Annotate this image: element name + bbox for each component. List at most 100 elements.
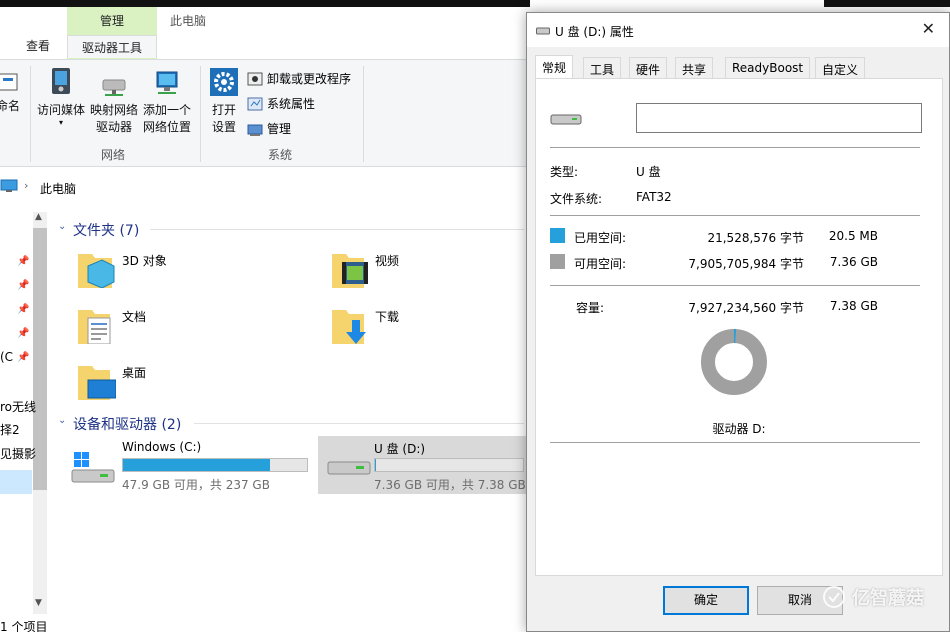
open-settings-button[interactable]: 打开 设置 [204, 66, 244, 136]
map-drive-label-1: 映射网络 [89, 103, 138, 117]
3d-objects-folder-icon [78, 254, 115, 288]
folder-name: 视频 [375, 254, 400, 268]
folder-item[interactable]: 视频 [330, 248, 510, 294]
folder-item[interactable]: 下载 [330, 304, 510, 350]
drive-usage-fill [123, 459, 271, 471]
folder-name: 下载 [375, 310, 400, 324]
pin-icon: 📌 [17, 280, 30, 291]
used-space-bytes: 21,528,576 字节 [707, 231, 804, 245]
gear-icon [210, 68, 238, 96]
tab-general[interactable]: 常规 [535, 55, 574, 79]
usb-drive-icon [550, 114, 582, 125]
system-properties-icon [247, 97, 263, 110]
tab-sharing[interactable]: 共享 [675, 57, 714, 79]
rename-button[interactable]: 命名 [0, 68, 22, 115]
general-tab-panel: 类型: U 盘 文件系统: FAT32 已用空间: 21,528,576 字节 … [535, 78, 943, 576]
close-icon[interactable]: ✕ [922, 19, 935, 38]
drive-space-info: 7.36 GB 可用，共 7.38 GB [374, 478, 526, 492]
rename-label: 命名 [0, 99, 20, 113]
documents-folder-icon [78, 310, 111, 344]
free-space-ring [701, 329, 767, 395]
drive-tile-c[interactable]: Windows (C:) 47.9 GB 可用，共 237 GB [66, 438, 316, 494]
drive-tile-d[interactable]: U 盘 (D:) 7.36 GB 可用，共 7.38 GB [318, 436, 528, 494]
nav-item[interactable]: 见摄影 [0, 445, 36, 462]
drive-usage-fill [375, 459, 376, 471]
filesystem-value: FAT32 [636, 190, 672, 204]
add-network-label-2: 网络位置 [142, 120, 191, 134]
section-divider [150, 229, 524, 230]
uninstall-label: 卸载或更改程序 [267, 72, 352, 86]
pin-icon: 📌 [17, 304, 30, 315]
system-properties-label: 系统属性 [267, 97, 316, 111]
media-device-icon [52, 68, 70, 94]
access-media-button[interactable]: 访问媒体 ▾ [36, 66, 86, 127]
capacity-size: 7.38 GB [829, 299, 878, 313]
usb-drive-icon [536, 27, 550, 35]
collapse-chevron-icon[interactable]: ⌄ [58, 415, 66, 426]
watermark-text: 亿智蘑菇 [852, 588, 924, 609]
ok-button[interactable]: 确定 [663, 586, 749, 615]
nav-item[interactable]: (C [0, 350, 13, 364]
uninstall-icon [247, 72, 263, 85]
breadcrumb[interactable]: 此电脑 [40, 180, 76, 197]
network-group-label: 网络 [101, 148, 126, 162]
panel-divider [550, 442, 920, 443]
drive-letter-label: 驱动器 D: [712, 422, 766, 436]
scroll-down-icon[interactable]: ▼ [35, 598, 42, 608]
system-group-label: 系统 [268, 148, 293, 162]
chevron-down-icon: ▾ [58, 118, 63, 127]
computer-icon [0, 179, 18, 192]
top-strip [824, 0, 950, 7]
drive-usage-bar [374, 458, 524, 472]
free-space-label: 可用空间: [574, 257, 627, 271]
volume-name-input[interactable] [636, 103, 922, 133]
tab-hardware[interactable]: 硬件 [629, 57, 668, 79]
free-space-size: 7.36 GB [829, 255, 878, 269]
manage-label: 管理 [267, 122, 292, 136]
folder-item[interactable]: 桌面 [76, 360, 276, 406]
tab-customize[interactable]: 自定义 [815, 57, 866, 79]
used-space-label: 已用空间: [574, 231, 627, 245]
uninstall-program-button[interactable]: 卸载或更改程序 [247, 70, 351, 87]
drive-name: Windows (C:) [122, 440, 202, 454]
capacity-label: 容量: [576, 301, 605, 315]
drive-usage-bar [122, 458, 308, 472]
breadcrumb-chevron-icon: › [24, 179, 29, 192]
manage-button[interactable]: 管理 [247, 120, 291, 137]
add-network-location-button[interactable]: 添加一个 网络位置 [140, 66, 194, 136]
drive-space-info: 47.9 GB 可用，共 237 GB [122, 478, 270, 492]
panel-divider [550, 285, 920, 286]
scroll-up-icon[interactable]: ▲ [35, 212, 42, 222]
tab-tools[interactable]: 工具 [583, 57, 622, 79]
system-properties-button[interactable]: 系统属性 [247, 95, 315, 112]
folders-section-title[interactable]: 文件夹 (7) [73, 220, 139, 240]
tab-drive-tools[interactable]: 驱动器工具 [67, 35, 157, 58]
add-network-label-1: 添加一个 [142, 103, 191, 117]
folder-name: 桌面 [122, 366, 147, 380]
ribbon-separator [363, 66, 364, 162]
collapse-chevron-icon[interactable]: ⌄ [58, 221, 66, 232]
filesystem-label: 文件系统: [550, 192, 603, 206]
tab-view[interactable]: 查看 [26, 37, 50, 54]
devices-section-title[interactable]: 设备和驱动器 (2) [73, 414, 181, 434]
tab-readyboost[interactable]: ReadyBoost [725, 57, 811, 79]
capacity-bytes: 7,927,234,560 字节 [688, 301, 804, 315]
downloads-folder-icon [332, 310, 366, 344]
nav-item[interactable]: 择2 [0, 421, 20, 438]
used-space-swatch [550, 228, 565, 243]
nav-item-selected[interactable] [0, 470, 32, 494]
context-group-title: 管理 [99, 14, 124, 28]
nav-item[interactable]: ro无线 [0, 398, 36, 415]
dialog-title-bar[interactable]: U 盘 (D:) 属性 ✕ [527, 13, 949, 47]
section-divider [194, 423, 524, 424]
map-network-drive-button[interactable]: 映射网络 驱动器 [88, 66, 140, 136]
folder-name: 文档 [122, 310, 147, 324]
folder-item[interactable]: 3D 对象 [76, 248, 276, 294]
network-drive-icon [102, 79, 126, 96]
folder-item[interactable]: 文档 [76, 304, 276, 350]
pin-icon: 📌 [17, 328, 30, 339]
properties-dialog: U 盘 (D:) 属性 ✕ 常规 工具 硬件 共享 ReadyBoost 自定义… [526, 12, 950, 632]
ribbon-separator [200, 66, 201, 162]
drive-name: U 盘 (D:) [374, 442, 426, 456]
watermark-logo-icon [823, 586, 845, 608]
